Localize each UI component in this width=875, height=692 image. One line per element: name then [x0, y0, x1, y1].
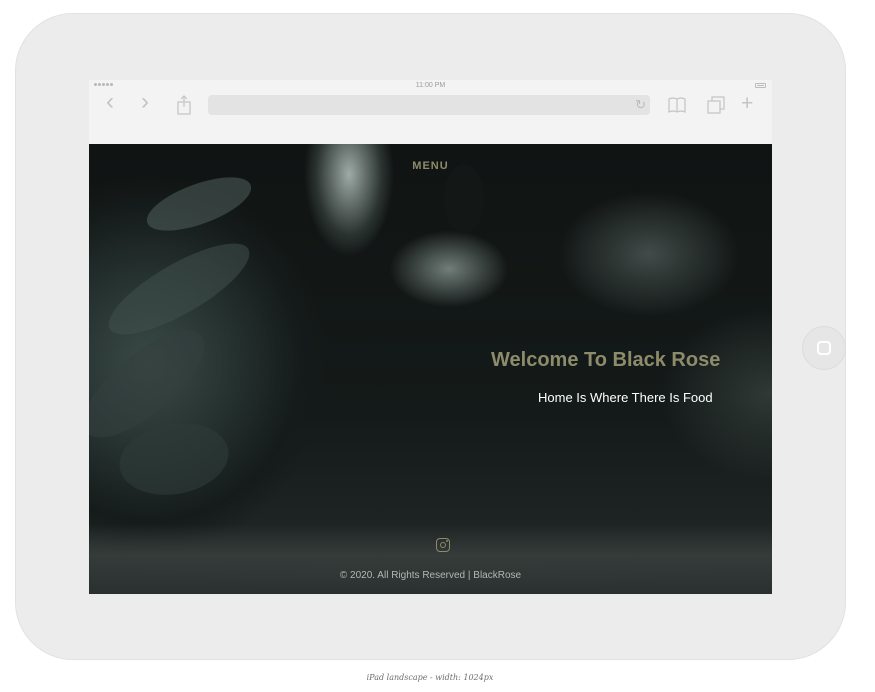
status-time: 11:00 PM: [415, 82, 446, 89]
bookmarks-icon[interactable]: [668, 96, 686, 114]
tabs-icon[interactable]: [707, 96, 725, 114]
hero-subtitle: Home Is Where There Is Food: [538, 390, 713, 405]
battery-icon: [755, 83, 766, 88]
forward-button[interactable]: ›: [141, 90, 149, 114]
hero-section: MENU Welcome To Black Rose Home Is Where…: [89, 144, 772, 594]
browser-chrome: 11:00 PM ‹ › ↻ +: [89, 80, 772, 144]
back-button[interactable]: ‹: [106, 90, 114, 114]
address-bar[interactable]: ↻: [208, 95, 650, 115]
instagram-icon[interactable]: [436, 538, 450, 552]
footer-copyright: © 2020. All Rights Reserved | BlackRose: [339, 570, 522, 581]
new-tab-button[interactable]: +: [741, 93, 753, 114]
reload-icon[interactable]: ↻: [635, 97, 646, 113]
share-icon[interactable]: [176, 95, 192, 115]
screenshot-caption: iPad landscape - width: 1024px: [366, 673, 494, 682]
hero-ground-shade: [89, 524, 772, 594]
device-screen: 11:00 PM ‹ › ↻ + MENU Welcome To Black R…: [89, 80, 772, 594]
hero-title: Welcome To Black Rose: [491, 349, 721, 371]
home-square-icon: [817, 341, 831, 355]
status-bar: 11:00 PM: [89, 80, 772, 92]
menu-link[interactable]: MENU: [89, 160, 772, 172]
home-button[interactable]: [802, 326, 846, 370]
